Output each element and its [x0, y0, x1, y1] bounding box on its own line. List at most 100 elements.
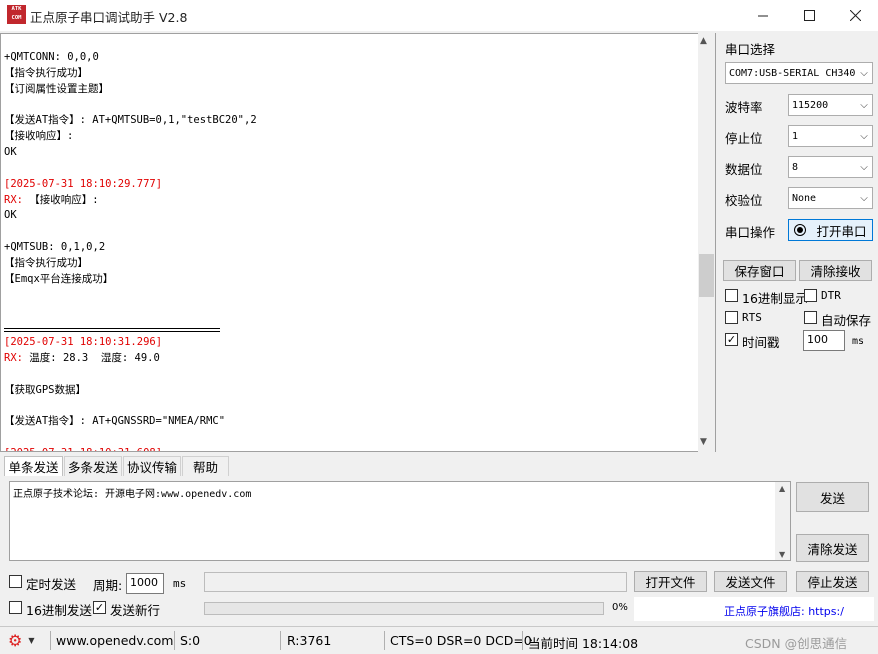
terminal-scroll-thumb[interactable] — [699, 254, 714, 297]
scroll-up-icon[interactable]: ▲ — [700, 36, 707, 46]
terminal-line-text: 【发送AT指令】: AT+QMTSUB=0,1,"testBC20",2 — [4, 114, 257, 127]
parity-select[interactable]: None ⌵ — [788, 187, 873, 209]
watermark: CSDN @创思通信 — [745, 636, 848, 651]
rx-prefix: RX: — [4, 352, 30, 365]
app-logo-icon: ATK COM — [7, 5, 26, 24]
terminal-line-text: +QMTSUB: 0,1,0,2 — [4, 241, 106, 254]
terminal-line-text: [2025-07-31 18:10:29.777] — [4, 177, 163, 190]
period-label: 周期: — [93, 578, 123, 593]
autosave-label: 自动保存 — [821, 313, 872, 328]
baud-select[interactable]: 115200 ⌵ — [788, 94, 873, 116]
send-scrollbar[interactable] — [775, 482, 790, 560]
parity-value: None — [792, 192, 817, 204]
hex-display-checkbox[interactable] — [725, 289, 738, 302]
autosave-checkbox[interactable] — [804, 311, 817, 324]
send-scroll-up-icon[interactable]: ▲ — [779, 484, 785, 493]
parity-label: 校验位 — [725, 193, 763, 208]
terminal-lines: +QMTCONN: 0,0,0 【指令执行成功】 【订阅属性设置主题】 【发送AT指令… — [4, 50, 257, 451]
stop-send-button[interactable]: 停止发送 — [796, 571, 869, 592]
baud-label: 波特率 — [725, 100, 763, 115]
terminal-line-text: 【发送AT指令】: AT+QGNSSRD="NMEA/RMC" — [4, 415, 226, 428]
check-icon: ✓ — [726, 333, 737, 346]
clear-receive-button[interactable]: 清除接收 — [799, 260, 872, 281]
minimize-button[interactable] — [740, 0, 786, 31]
save-window-button[interactable]: 保存窗口 — [723, 260, 796, 281]
open-port-button[interactable]: 打开串口 — [788, 219, 873, 241]
clear-send-button[interactable]: 清除发送 — [796, 534, 869, 562]
tab-0[interactable]: 单条发送 — [4, 456, 63, 476]
file-path-field[interactable] — [204, 572, 627, 592]
check-icon: ✓ — [94, 601, 105, 614]
port-select-label: 串口选择 — [725, 42, 776, 57]
timestamp-unit: ms — [852, 336, 865, 347]
maximize-button[interactable] — [786, 0, 832, 31]
databit-label: 数据位 — [725, 162, 763, 177]
terminal-line-text: 【Emqx平台连接成功】 — [4, 272, 114, 285]
terminal-line: [2025-07-31 18:10:31.608] — [4, 446, 257, 451]
terminal-line-text: OK — [4, 209, 17, 222]
port-op-label: 串口操作 — [725, 225, 776, 240]
send-scroll-down-icon[interactable]: ▼ — [779, 550, 785, 559]
send-file-button[interactable]: 发送文件 — [714, 571, 787, 592]
baud-value: 115200 — [792, 99, 829, 111]
terminal-line: 【指令执行成功】 — [4, 66, 257, 82]
rts-checkbox[interactable] — [725, 311, 738, 324]
timestamp-interval-input[interactable]: 100 — [803, 330, 845, 351]
store-link[interactable]: 正点原子旗舰店: https:/ — [724, 603, 844, 619]
hex-send-checkbox[interactable] — [9, 601, 22, 614]
minimize-icon — [757, 15, 768, 17]
scroll-down-icon[interactable]: ▼ — [700, 437, 707, 447]
maximize-icon — [803, 10, 815, 21]
databit-select[interactable]: 8 ⌵ — [788, 156, 873, 178]
terminal-line-text: OK — [4, 146, 17, 159]
stopbit-select[interactable]: 1 ⌵ — [788, 125, 873, 147]
terminal-line-text: 【接收响应】: — [29, 193, 99, 206]
rx-prefix: RX: — [4, 193, 30, 206]
timestamp-checkbox[interactable]: ✓ — [725, 333, 738, 346]
tab-2[interactable]: 协议传输 — [123, 456, 181, 476]
title-bar[interactable]: ATK COM 正点原子串口调试助手 V2.8 — [0, 0, 878, 31]
terminal-scrollbar[interactable] — [698, 33, 715, 452]
period-unit: ms — [173, 577, 187, 590]
databit-value: 8 — [792, 161, 799, 173]
dtr-label: DTR — [821, 289, 841, 302]
tab-1[interactable]: 多条发送 — [64, 456, 122, 476]
terminal-line: OK — [4, 145, 257, 161]
close-button[interactable] — [832, 0, 878, 31]
terminal-line: 【接收响应】: — [4, 129, 257, 145]
timestamp-label: 时间戳 — [742, 335, 780, 350]
newline-checkbox[interactable]: ✓ — [93, 601, 106, 614]
send-button[interactable]: 发送 — [796, 482, 869, 512]
timed-send-checkbox[interactable] — [9, 575, 22, 588]
send-progress-bar — [204, 602, 604, 615]
terminal-line: OK — [4, 208, 257, 224]
send-textarea[interactable]: 正点原子技术论坛: 开源电子网:www.openedv.com — [9, 481, 791, 561]
radio-icon — [794, 224, 807, 236]
stopbit-value: 1 — [792, 130, 799, 142]
separator-line — [4, 328, 220, 332]
line-signals: CTS=0 DSR=0 DCD=0 — [390, 633, 532, 648]
stopbit-label: 停止位 — [725, 131, 763, 146]
terminal-line: 【获取GPS数据】 — [4, 383, 257, 399]
website-link[interactable]: www.openedv.com — [56, 633, 173, 648]
receive-terminal[interactable]: +QMTCONN: 0,0,0 【指令执行成功】 【订阅属性设置主题】 【发送AT指令… — [0, 33, 716, 452]
open-file-button[interactable]: 打开文件 — [634, 571, 707, 592]
terminal-line: 【发送AT指令】: AT+QGNSSRD="NMEA/RMC" — [4, 414, 257, 430]
dtr-checkbox[interactable] — [804, 289, 817, 302]
hex-display-label: 16进制显示 — [742, 291, 808, 306]
settings-menu-button[interactable]: ⚙ ▼ — [8, 631, 44, 650]
terminal-line: RX: 【接收响应】: — [4, 193, 257, 209]
tab-3[interactable]: 帮助 — [182, 456, 229, 476]
period-input[interactable]: 1000 — [126, 573, 164, 594]
port-select[interactable]: COM7:USB-SERIAL CH340 ⌵ — [725, 62, 873, 84]
chevron-down-icon: ⌵ — [860, 161, 868, 173]
terminal-line-text: 【订阅属性设置主题】 — [4, 82, 109, 95]
store-banner[interactable]: 正点原子旗舰店: https:/ — [634, 597, 874, 621]
terminal-line-text: [2025-07-31 18:10:31.608] — [4, 447, 162, 451]
send-text: 正点原子技术论坛: 开源电子网:www.openedv.com — [13, 489, 252, 500]
